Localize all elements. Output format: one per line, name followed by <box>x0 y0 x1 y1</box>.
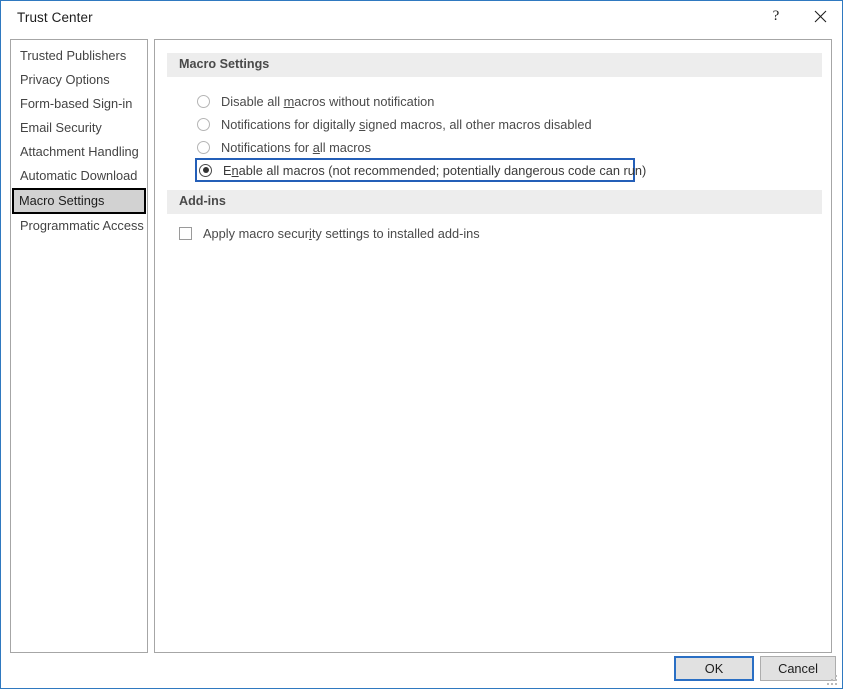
radio-circle-icon <box>197 117 210 131</box>
radio-disable-all-macros[interactable]: Disable all macros without notification <box>197 90 434 112</box>
cancel-button[interactable]: Cancel <box>760 656 836 681</box>
radio-circle-icon <box>197 140 210 154</box>
close-icon[interactable] <box>798 1 842 31</box>
trust-center-dialog: Trust Center ? Trusted Publishers Privac… <box>0 0 843 689</box>
radio-label-notifications-signed-macros: Notifications for digitally signed macro… <box>221 116 592 132</box>
sidebar-item-trusted-publishers[interactable]: Trusted Publishers <box>13 44 145 68</box>
checkbox-square-icon <box>179 226 192 240</box>
radio-circle-icon <box>197 94 210 108</box>
sidebar-item-macro-settings[interactable]: Macro Settings <box>12 188 146 214</box>
checkbox-label-apply-macro-security-addins: Apply macro security settings to install… <box>203 225 480 241</box>
titlebar-buttons: ? <box>754 1 842 38</box>
sidebar-item-email-security[interactable]: Email Security <box>13 116 145 140</box>
macro-settings-section-header: Macro Settings <box>167 53 822 77</box>
content-panel: Macro Settings Disable all macros withou… <box>154 39 832 653</box>
radio-notifications-all-macros[interactable]: Notifications for all macros <box>197 136 371 158</box>
help-icon[interactable]: ? <box>754 1 798 31</box>
add-ins-section-header: Add-ins <box>167 190 822 214</box>
window-title: Trust Center <box>17 10 93 25</box>
sidebar-item-form-based-sign-in[interactable]: Form-based Sign-in <box>13 92 145 116</box>
radio-circle-selected-icon <box>199 163 212 177</box>
macro-settings-section-title: Macro Settings <box>179 57 270 71</box>
sidebar-item-programmatic-access[interactable]: Programmatic Access <box>13 214 145 238</box>
checkbox-apply-macro-security-addins[interactable]: Apply macro security settings to install… <box>179 222 480 244</box>
resize-grip-icon[interactable] <box>827 673 839 685</box>
add-ins-section-title: Add-ins <box>179 194 226 208</box>
titlebar: Trust Center ? <box>1 1 842 38</box>
radio-enable-all-macros[interactable]: Enable all macros (not recommended; pote… <box>195 158 646 182</box>
radio-label-enable-all-macros: Enable all macros (not recommended; pote… <box>223 162 647 178</box>
radio-label-notifications-all-macros: Notifications for all macros <box>221 139 372 155</box>
ok-button[interactable]: OK <box>674 656 754 681</box>
radio-label-disable-all-macros: Disable all macros without notification <box>221 93 435 109</box>
sidebar-item-privacy-options[interactable]: Privacy Options <box>13 68 145 92</box>
sidebar-item-automatic-download[interactable]: Automatic Download <box>13 164 145 188</box>
radio-notifications-signed-macros[interactable]: Notifications for digitally signed macro… <box>197 113 592 135</box>
sidebar: Trusted Publishers Privacy Options Form-… <box>10 39 148 653</box>
sidebar-item-attachment-handling[interactable]: Attachment Handling <box>13 140 145 164</box>
